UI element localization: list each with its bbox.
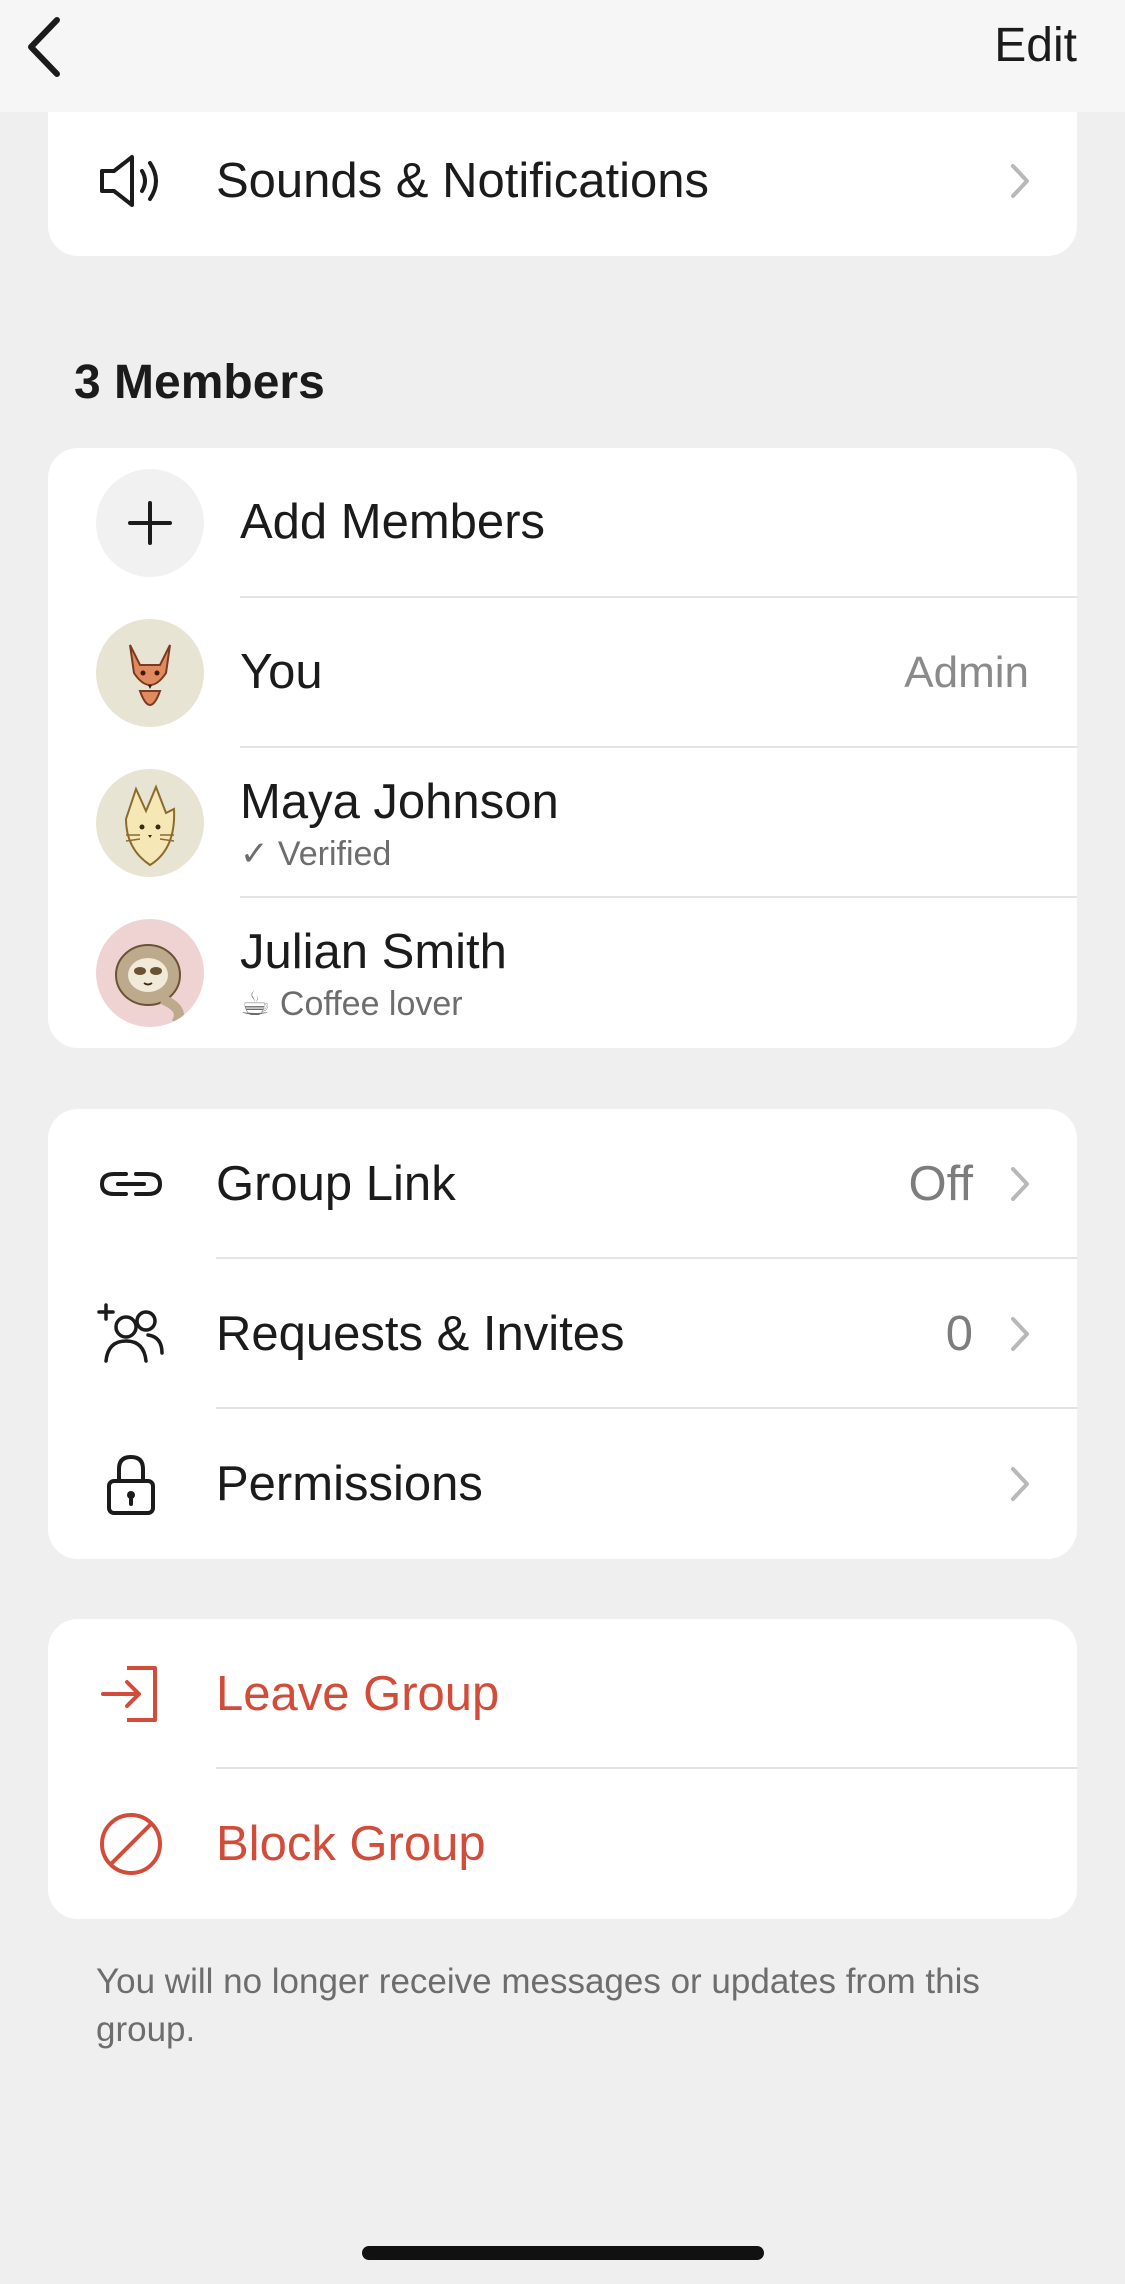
requests-count: 0 xyxy=(945,1307,973,1361)
member-name: Maya Johnson xyxy=(240,775,559,829)
group-settings-screen: Edit Sounds & Notifications 3 Members Ad… xyxy=(0,0,1125,2284)
chevron-right-icon xyxy=(1005,1462,1035,1506)
member-row-maya[interactable]: Maya Johnson ✓ Verified xyxy=(48,748,1077,898)
leave-group-row[interactable]: Leave Group xyxy=(48,1619,1077,1769)
back-button[interactable] xyxy=(18,12,68,82)
members-section-title: 3 Members xyxy=(74,356,325,409)
link-icon xyxy=(96,1149,166,1219)
member-row-you[interactable]: You Admin xyxy=(48,598,1077,748)
chevron-left-icon xyxy=(28,17,60,77)
leave-icon xyxy=(96,1659,166,1729)
block-group-label: Block Group xyxy=(216,1817,486,1871)
permissions-row[interactable]: Permissions xyxy=(48,1409,1077,1559)
add-people-icon xyxy=(96,1299,166,1369)
members-card: Add Members You Admin Maya Johnson ✓ Ver… xyxy=(48,448,1077,1048)
add-members-row[interactable]: Add Members xyxy=(48,448,1077,598)
member-name: Julian Smith xyxy=(240,925,507,979)
group-link-row[interactable]: Group Link Off xyxy=(48,1109,1077,1259)
group-link-label: Group Link xyxy=(216,1157,456,1211)
cat-avatar xyxy=(96,769,204,877)
member-role-badge: Admin xyxy=(904,648,1029,697)
block-group-row[interactable]: Block Group xyxy=(48,1769,1077,1919)
member-row-julian[interactable]: Julian Smith ☕ Coffee lover xyxy=(48,898,1077,1048)
add-members-label: Add Members xyxy=(240,495,546,549)
sloth-avatar xyxy=(96,919,204,1027)
group-options-card: Group Link Off Requests & Invites 0 Perm… xyxy=(48,1109,1077,1559)
sounds-notifications-row[interactable]: Sounds & Notifications xyxy=(48,106,1077,256)
verified-status: ✓ Verified xyxy=(240,835,392,873)
member-name: You xyxy=(240,645,323,699)
chevron-right-icon xyxy=(1005,1312,1035,1356)
sounds-notifications-label: Sounds & Notifications xyxy=(216,154,709,208)
danger-actions-card: Leave Group Block Group xyxy=(48,1619,1077,1919)
member-status: ☕ Coffee lover xyxy=(240,985,463,1023)
lock-icon xyxy=(96,1449,166,1519)
leave-group-label: Leave Group xyxy=(216,1667,500,1721)
chevron-right-icon xyxy=(1005,159,1035,203)
fox-avatar xyxy=(96,619,204,727)
block-icon xyxy=(96,1809,166,1879)
chevron-right-icon xyxy=(1005,1162,1035,1206)
plus-icon xyxy=(96,469,204,577)
requests-invites-row[interactable]: Requests & Invites 0 xyxy=(48,1259,1077,1409)
group-link-value: Off xyxy=(908,1157,973,1211)
requests-invites-label: Requests & Invites xyxy=(216,1307,625,1361)
home-indicator xyxy=(362,2246,764,2260)
leave-group-footnote: You will no longer receive messages or u… xyxy=(96,1962,980,2049)
speaker-icon xyxy=(96,146,166,216)
navigation-bar: Edit xyxy=(0,0,1125,112)
permissions-label: Permissions xyxy=(216,1457,483,1511)
edit-button[interactable]: Edit xyxy=(994,18,1077,73)
